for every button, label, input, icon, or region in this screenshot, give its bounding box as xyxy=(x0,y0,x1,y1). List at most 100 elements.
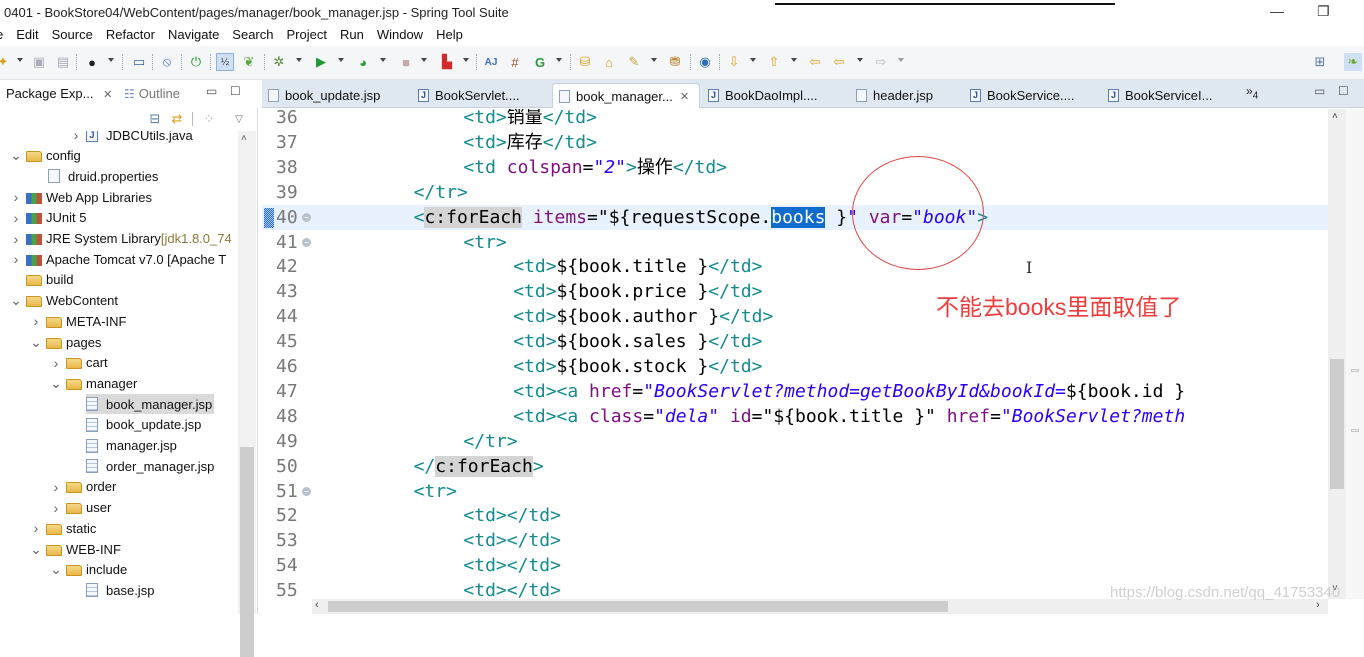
code-line[interactable]: 49 </tr> xyxy=(262,429,1328,454)
menu-run[interactable]: Run xyxy=(334,26,371,46)
tree-item-include[interactable]: ⌄ include xyxy=(50,560,127,580)
launch-dropdown[interactable] xyxy=(463,58,469,62)
chevron-right-icon[interactable]: › xyxy=(10,210,22,226)
open-type-icon[interactable]: ⌂ xyxy=(600,53,618,71)
last-edit-icon[interactable]: ⇦ xyxy=(806,53,824,71)
chevron-right-icon[interactable]: › xyxy=(50,500,62,516)
code-line[interactable]: 48 <td><a class="dela" id="${book.title }… xyxy=(262,404,1328,429)
save-all-icon[interactable]: ▤ xyxy=(54,53,72,71)
save-icon[interactable]: ▣ xyxy=(30,53,48,71)
open-perspective-icon[interactable]: ⊞ xyxy=(1311,53,1329,71)
profile-icon[interactable]: ● xyxy=(83,53,101,71)
aspectj-icon[interactable]: AJ xyxy=(482,53,500,71)
new-class-dropdown[interactable] xyxy=(556,58,562,62)
forward-dropdown[interactable] xyxy=(898,58,904,62)
tree-item-config[interactable]: ⌄ config xyxy=(10,146,81,166)
prev-annotation-icon[interactable]: ⇧ xyxy=(765,53,783,71)
spring-icon[interactable]: ❦ xyxy=(240,53,258,71)
console-icon[interactable]: ▭ xyxy=(130,53,148,71)
tree-item-apache-tomcat-v7-0-apache-t[interactable]: › Apache Tomcat v7.0 [Apache T xyxy=(10,249,227,269)
overview-marker[interactable] xyxy=(1351,369,1359,372)
code-line[interactable]: 42 <td>${book.title }</td> xyxy=(262,254,1328,279)
code-line[interactable]: 53 <td></td> xyxy=(262,528,1328,553)
toggle-line-numbers-icon[interactable]: ½ xyxy=(216,53,234,71)
skip-breakpoints-icon[interactable]: ⦸ xyxy=(158,53,176,71)
tree-item-web-inf[interactable]: ⌄ WEB-INF xyxy=(30,539,121,559)
web-browser-icon[interactable]: ◉ xyxy=(696,53,714,71)
close-icon[interactable]: ✕ xyxy=(680,90,689,103)
editor-tab-header-jsp[interactable]: header.jsp xyxy=(850,83,933,108)
chevron-down-icon[interactable]: ⌄ xyxy=(30,334,42,351)
chevron-down-icon[interactable]: ⌄ xyxy=(50,375,62,392)
tree-item-web-app-libraries[interactable]: › Web App Libraries xyxy=(10,187,152,207)
editor-hscroll-thumb[interactable] xyxy=(328,601,948,612)
overview-marker[interactable] xyxy=(1351,429,1359,432)
maximize-editor-icon[interactable]: ☐ xyxy=(1338,84,1349,98)
debug-icon[interactable]: ✲ xyxy=(270,53,288,71)
menu-help[interactable]: Help xyxy=(430,26,470,46)
overview-ruler[interactable] xyxy=(1346,109,1364,599)
spring-boot-icon[interactable]: ⏻ xyxy=(187,53,205,71)
new-dropdown[interactable] xyxy=(17,58,23,62)
editor-tab-book-update-jsp[interactable]: book_update.jsp xyxy=(262,83,380,108)
prev-annotation-dropdown[interactable] xyxy=(791,58,797,62)
code-line[interactable]: 41− <tr> xyxy=(262,230,1328,255)
code-line[interactable]: 50 </c:forEach> xyxy=(262,454,1328,479)
minimize-editor-icon[interactable]: ▭ xyxy=(1314,84,1325,98)
stop-dropdown[interactable] xyxy=(421,58,427,62)
menu-search[interactable]: Search xyxy=(226,26,280,46)
tree-item-druid-properties[interactable]: druid.properties xyxy=(48,166,158,186)
tree-item-user[interactable]: › user xyxy=(50,498,112,518)
tree-scrollbar[interactable]: ˄ xyxy=(238,131,256,657)
chevron-right-icon[interactable]: › xyxy=(70,131,82,143)
close-icon[interactable]: ✕ xyxy=(103,89,112,101)
code-line[interactable]: 36 <td>销量</td> xyxy=(262,109,1328,130)
menu-refactor[interactable]: Refactor xyxy=(100,26,162,46)
menu-edit[interactable]: Edit xyxy=(10,26,45,46)
fold-toggle-icon[interactable]: − xyxy=(302,486,311,496)
menu-window[interactable]: Window xyxy=(371,26,430,46)
run-server-icon[interactable]: ◕ xyxy=(354,53,372,71)
forward-icon[interactable]: ⇨ xyxy=(872,53,890,71)
minimize-button[interactable]: — xyxy=(1270,3,1284,19)
tree-item-cart[interactable]: › cart xyxy=(50,353,108,373)
view-menu-icon[interactable]: ▽ xyxy=(230,110,248,128)
editor-tab-bookservicei[interactable]: J BookServiceI... xyxy=(1102,83,1212,108)
launch-icon[interactable]: ▙ xyxy=(438,53,456,71)
tree-item-book-manager-jsp[interactable]: book_manager.jsp xyxy=(86,394,215,415)
code-line[interactable]: 38 <td colspan="2">操作</td> xyxy=(262,155,1328,180)
filters-icon[interactable]: ⁘ xyxy=(200,110,218,128)
spring-perspective-icon[interactable]: ❧ xyxy=(1344,53,1362,71)
bookmark-marker[interactable] xyxy=(264,207,274,228)
chevron-right-icon[interactable]: › xyxy=(30,520,42,536)
editor-tab-bookservice[interactable]: J BookService.... xyxy=(964,83,1074,108)
code-line[interactable]: 40− <c:forEach items="${requestScope.book… xyxy=(262,204,1328,230)
menu-navigate[interactable]: Navigate xyxy=(162,26,226,46)
editor-tab-bookdaoimpl[interactable]: J BookDaoImpl.... xyxy=(702,83,818,108)
tree-item-static[interactable]: › static xyxy=(30,518,97,538)
restore-button[interactable]: ❐ xyxy=(1317,3,1330,20)
open-project-icon[interactable]: ⛁ xyxy=(576,53,594,71)
tree-item-order-manager-jsp[interactable]: order_manager.jsp xyxy=(86,456,214,476)
tree-item-manager-jsp[interactable]: manager.jsp xyxy=(86,436,177,456)
tree-item-pages[interactable]: ⌄ pages xyxy=(30,332,101,352)
tree-scroll-thumb[interactable] xyxy=(240,447,254,657)
tree-item-manager[interactable]: ⌄ manager xyxy=(50,373,137,393)
editor-horizontal-scrollbar[interactable]: ‹ › xyxy=(312,599,1328,614)
code-line[interactable]: 46 <td>${book.stock }</td> xyxy=(262,354,1328,379)
tab-package-explorer[interactable]: Package Exp... ✕ xyxy=(6,86,112,101)
code-line[interactable]: 37 <td>库存</td> xyxy=(262,130,1328,155)
chevron-down-icon[interactable]: ⌄ xyxy=(10,292,22,309)
chevron-down-icon[interactable]: ⌄ xyxy=(10,147,22,164)
more-tabs-button[interactable]: »4 xyxy=(1246,84,1258,101)
new-class-icon[interactable]: G xyxy=(531,53,549,71)
menu-source[interactable]: Source xyxy=(46,26,100,46)
scroll-left-icon[interactable]: ‹ xyxy=(315,599,319,611)
code-line[interactable]: 51− <tr> xyxy=(262,479,1328,504)
maximize-view-icon[interactable]: ☐ xyxy=(230,84,241,98)
tree-item-jre-system-library[interactable]: › JRE System Library [jdk1.8.0_74 xyxy=(10,229,232,249)
new-wizard-icon[interactable]: ✦ xyxy=(0,53,12,71)
run-server-dropdown[interactable] xyxy=(380,58,386,62)
chevron-right-icon[interactable]: › xyxy=(50,479,62,495)
editor-tab-bookservlet[interactable]: J BookServlet.... xyxy=(412,83,520,108)
